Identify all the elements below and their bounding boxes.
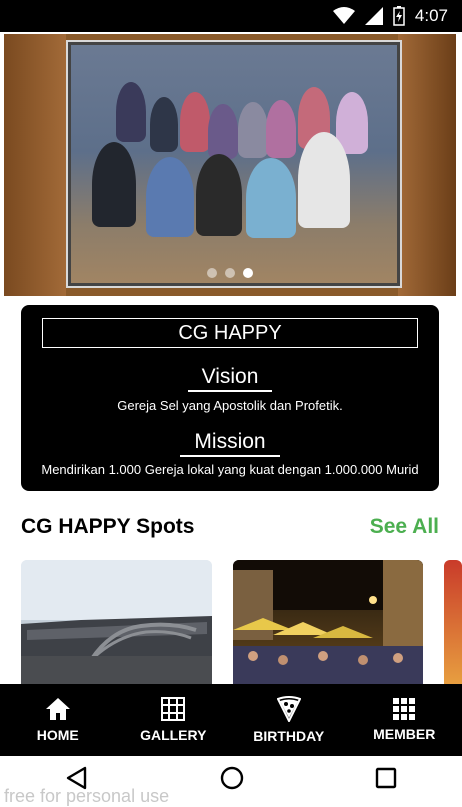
nav-member-label: MEMBER (373, 726, 435, 742)
grid-icon (393, 698, 415, 720)
nav-gallery-label: GALLERY (140, 727, 206, 743)
battery-icon (393, 6, 405, 26)
wifi-icon (333, 7, 355, 25)
pizza-icon (277, 696, 301, 722)
nav-birthday[interactable]: BIRTHDAY (231, 684, 347, 756)
nav-member[interactable]: MEMBER (347, 684, 462, 756)
nav-home[interactable]: HOME (0, 684, 116, 756)
status-bar: 4:07 (0, 0, 462, 32)
spot-card[interactable] (233, 560, 423, 686)
nav-home-label: HOME (37, 727, 79, 743)
hero-wall-right (398, 34, 456, 296)
vision-heading: Vision (21, 365, 439, 389)
spot-night-market-image (233, 560, 423, 686)
slider-dot-active[interactable] (243, 268, 253, 278)
hero-group-photo (66, 40, 402, 288)
mission-text: Mendirikan 1.000 Gereja lokal yang kuat … (21, 462, 439, 477)
spot-card[interactable] (444, 560, 462, 686)
bottom-nav: HOME GALLERY BIRTHDAY MEMBER (0, 684, 462, 756)
see-all-link[interactable]: See All (370, 515, 439, 539)
mission-heading: Mission (21, 430, 439, 454)
spots-header: CG HAPPY Spots See All (21, 512, 439, 542)
slider-dot[interactable] (207, 268, 217, 278)
home-circle-icon[interactable] (220, 766, 244, 790)
nav-birthday-label: BIRTHDAY (253, 728, 324, 744)
recents-icon[interactable] (375, 767, 397, 789)
slider-dots[interactable] (4, 268, 456, 278)
home-icon (45, 697, 71, 721)
spots-title: CG HAPPY Spots (21, 515, 194, 539)
info-card: CG HAPPY Vision Gereja Sel yang Apostoli… (21, 305, 439, 491)
hero-slider[interactable] (4, 34, 456, 296)
hero-wall-left (4, 34, 66, 296)
status-time: 4:07 (415, 6, 448, 26)
spot-building-image (21, 560, 212, 686)
spot-card[interactable] (21, 560, 212, 686)
info-card-title: CG HAPPY (42, 318, 418, 348)
gallery-icon (161, 697, 185, 721)
nav-gallery[interactable]: GALLERY (116, 684, 232, 756)
vision-text: Gereja Sel yang Apostolik dan Profetik. (21, 398, 439, 413)
slider-dot[interactable] (225, 268, 235, 278)
watermark-text: free for personal use (4, 786, 169, 807)
signal-icon (365, 7, 383, 25)
